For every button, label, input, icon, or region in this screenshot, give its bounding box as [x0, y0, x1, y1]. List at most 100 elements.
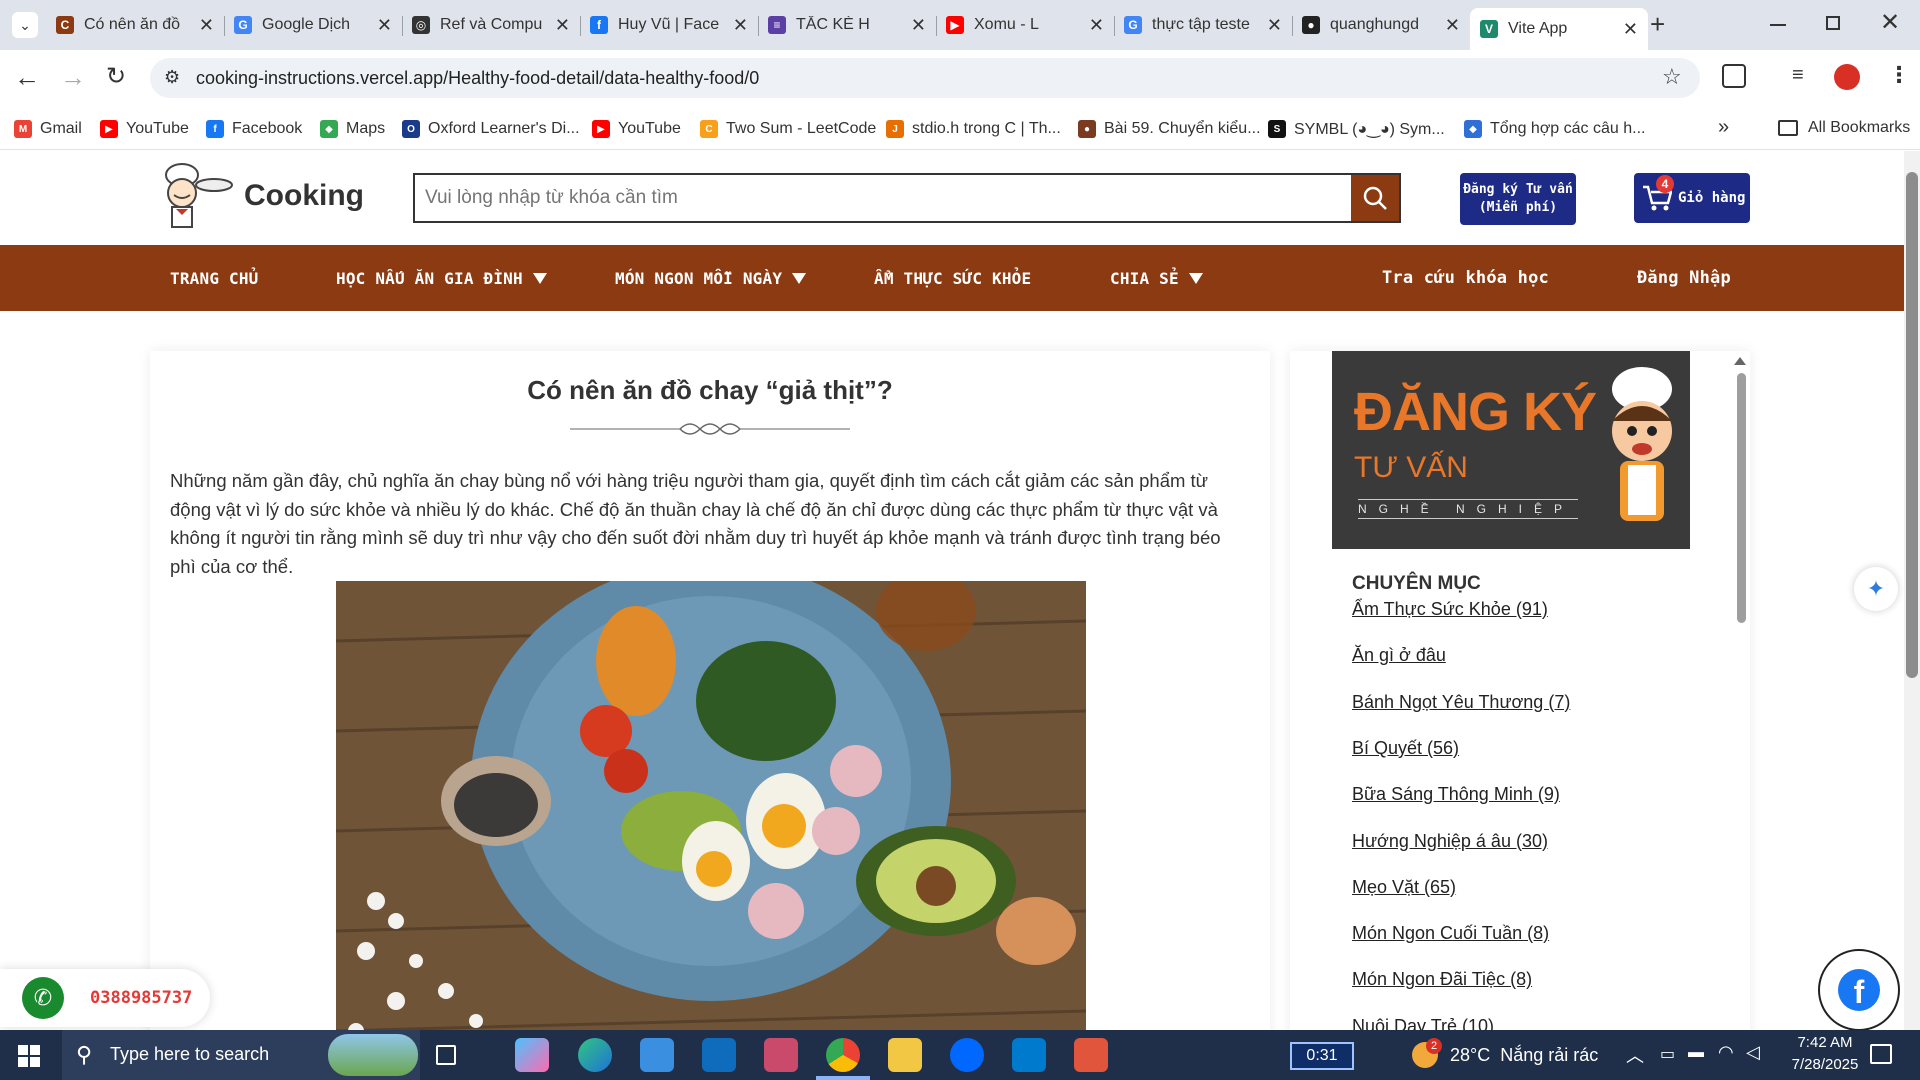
browser-tab[interactable]: C Có nên ăn đồ ✕: [46, 8, 224, 42]
restore-icon[interactable]: [1826, 16, 1840, 30]
network-icon[interactable]: ▭: [1660, 1044, 1675, 1064]
bookmark-item[interactable]: Jstdio.h trong C | Th...: [886, 118, 1061, 140]
close-tab-icon[interactable]: ✕: [199, 15, 214, 36]
extensions-icon[interactable]: [1722, 64, 1746, 88]
back-icon[interactable]: ←: [14, 62, 40, 93]
site-search-button[interactable]: [1351, 175, 1399, 221]
category-link[interactable]: Hướng Nghiệp á âu (30): [1352, 831, 1548, 852]
browser-tab[interactable]: ▶ Xomu - L ✕: [936, 8, 1114, 42]
chrome-icon[interactable]: [826, 1038, 860, 1072]
page-scrollbar-thumb[interactable]: [1906, 172, 1918, 678]
recording-timer[interactable]: 0:31: [1290, 1042, 1354, 1070]
new-tab-icon[interactable]: +: [1650, 9, 1665, 40]
bookmark-item[interactable]: M Gmail: [14, 118, 82, 140]
bookmark-star-icon[interactable]: ☆: [1662, 64, 1682, 90]
vscode-icon[interactable]: [1012, 1038, 1046, 1072]
register-consult-button[interactable]: Đăng ký Tư vấn (Miễn phí): [1460, 173, 1576, 225]
tray-chevron-icon[interactable]: ︿: [1626, 1042, 1644, 1068]
bookmark-item[interactable]: O Oxford Learner's Di...: [402, 118, 580, 140]
bookmark-item[interactable]: S SYMBL (◕‿◕) Sym...: [1268, 118, 1445, 140]
close-tab-icon[interactable]: ✕: [733, 15, 748, 36]
category-link[interactable]: Mẹo Vặt (65): [1352, 877, 1456, 898]
sidebar-scrollbar-thumb[interactable]: [1737, 373, 1746, 623]
bookmark-item[interactable]: C Two Sum - LeetCode: [700, 118, 876, 140]
facebook-float-button[interactable]: f: [1818, 949, 1900, 1030]
browser-tab[interactable]: ● quanghungd ✕: [1292, 8, 1470, 42]
outlook-icon[interactable]: [702, 1038, 736, 1072]
profile-avatar[interactable]: [1834, 64, 1860, 90]
chef-logo-icon[interactable]: [156, 161, 234, 231]
phone-contact-pill[interactable]: ✆ 0388985737: [0, 969, 210, 1027]
close-tab-icon[interactable]: ✕: [1623, 19, 1638, 40]
browser-tab[interactable]: f Huy Vũ | Face ✕: [580, 8, 758, 42]
category-link[interactable]: Bí Quyết (56): [1352, 738, 1459, 759]
nav-home[interactable]: TRANG CHỦ: [170, 245, 259, 311]
clock-time[interactable]: 7:42 AM: [1780, 1034, 1870, 1051]
category-link[interactable]: Nuôi Dạy Trẻ (10): [1352, 1016, 1494, 1030]
bookmark-item[interactable]: f Facebook: [206, 118, 302, 140]
store-icon[interactable]: [640, 1038, 674, 1072]
menu-kebab-icon[interactable]: ⋮: [1888, 62, 1910, 88]
category-link[interactable]: Món Ngon Đãi Tiệc (8): [1352, 969, 1532, 990]
copilot-icon[interactable]: [515, 1038, 549, 1072]
snipping-icon[interactable]: [764, 1038, 798, 1072]
consult-register-banner[interactable]: ĐĂNG KÝ TƯ VẤN NGHỀ NGHIỆP: [1332, 351, 1690, 549]
volume-icon[interactable]: ◁: [1746, 1042, 1760, 1063]
minimize-icon[interactable]: [1770, 24, 1786, 26]
close-tab-icon[interactable]: ✕: [555, 15, 570, 36]
zalo-icon[interactable]: [950, 1038, 984, 1072]
category-link[interactable]: Ăn gì ở đâu: [1352, 645, 1446, 666]
close-tab-icon[interactable]: ✕: [1089, 15, 1104, 36]
site-info-icon[interactable]: ⚙: [164, 67, 180, 88]
reload-icon[interactable]: ↻: [106, 62, 126, 91]
nav-healthy-food[interactable]: ẨM THỰC SỨC KHỎE: [874, 245, 1031, 311]
weather-text[interactable]: 28°C Nắng rải rác: [1450, 1045, 1598, 1066]
forward-icon[interactable]: →: [60, 62, 86, 93]
battery-icon[interactable]: ▬: [1688, 1044, 1704, 1062]
windows-start-icon[interactable]: [18, 1045, 40, 1067]
browser-tab[interactable]: Gthực tập teste ✕: [1114, 8, 1292, 42]
nav-family-cooking[interactable]: HỌC NẤU ĂN GIA ĐÌNH: [336, 245, 547, 311]
category-link[interactable]: Món Ngon Cuối Tuần (8): [1352, 923, 1549, 944]
category-link[interactable]: Ẩm Thực Sức Khỏe (91): [1352, 599, 1548, 620]
cart-button[interactable]: 4 Giỏ hàng: [1634, 173, 1750, 223]
task-view-icon[interactable]: [436, 1045, 456, 1065]
category-link[interactable]: Bữa Sáng Thông Minh (9): [1352, 784, 1560, 805]
ai-assistant-button[interactable]: ✦: [1854, 567, 1898, 611]
close-window-icon[interactable]: ✕: [1880, 8, 1900, 37]
category-link[interactable]: Bánh Ngọt Yêu Thương (7): [1352, 692, 1570, 713]
bookmark-item[interactable]: ◆ Maps: [320, 118, 385, 140]
nav-course-lookup[interactable]: Tra cứu khóa học: [1382, 245, 1549, 311]
browser-tab[interactable]: ◎ Ref và Compu ✕: [402, 8, 580, 42]
browser-tab[interactable]: V Vite App ✕: [1470, 8, 1648, 50]
all-bookmarks-label[interactable]: All Bookmarks: [1808, 119, 1910, 137]
taskbar-search-box[interactable]: ⚲ Type here to search: [62, 1030, 420, 1080]
wifi-icon[interactable]: ◠: [1718, 1042, 1734, 1063]
edge-icon[interactable]: [578, 1038, 612, 1072]
close-tab-icon[interactable]: ✕: [377, 15, 392, 36]
nav-login[interactable]: Đăng Nhập: [1637, 245, 1731, 311]
bookmarks-overflow-icon[interactable]: »: [1718, 116, 1729, 139]
file-explorer-icon[interactable]: [888, 1038, 922, 1072]
browser-tab[interactable]: ≡ TẮC KÈ H ✕: [758, 8, 936, 42]
nav-share[interactable]: CHIA SẺ: [1110, 245, 1203, 311]
tab-search-chevron-icon[interactable]: ⌄: [12, 12, 38, 38]
sidebar-scroll-up-icon[interactable]: [1734, 357, 1746, 365]
address-bar[interactable]: ⚙ cooking-instructions.vercel.app/Health…: [150, 58, 1700, 98]
bookmark-item[interactable]: ▶ YouTube: [592, 118, 681, 140]
site-favicon: C: [56, 16, 74, 34]
close-tab-icon[interactable]: ✕: [1445, 15, 1460, 36]
bookmark-item[interactable]: ▶ YouTube: [100, 118, 189, 140]
close-tab-icon[interactable]: ✕: [911, 15, 926, 36]
git-tool-icon[interactable]: [1074, 1038, 1108, 1072]
bookmark-item[interactable]: ● Bài 59. Chuyển kiểu...: [1078, 118, 1261, 140]
bookmark-item[interactable]: ◆ Tổng hợp các câu h...: [1464, 118, 1645, 140]
media-controls-icon[interactable]: ≡: [1792, 64, 1804, 87]
close-tab-icon[interactable]: ✕: [1267, 15, 1282, 36]
site-logo-text[interactable]: Cooking: [244, 179, 364, 213]
site-search-input[interactable]: [415, 175, 1353, 221]
notifications-icon[interactable]: [1870, 1044, 1892, 1064]
clock-date[interactable]: 7/28/2025: [1780, 1056, 1870, 1073]
browser-tab[interactable]: G Google Dịch ✕: [224, 8, 402, 42]
nav-daily-dishes[interactable]: MÓN NGON MỖI NGÀY: [615, 245, 807, 311]
